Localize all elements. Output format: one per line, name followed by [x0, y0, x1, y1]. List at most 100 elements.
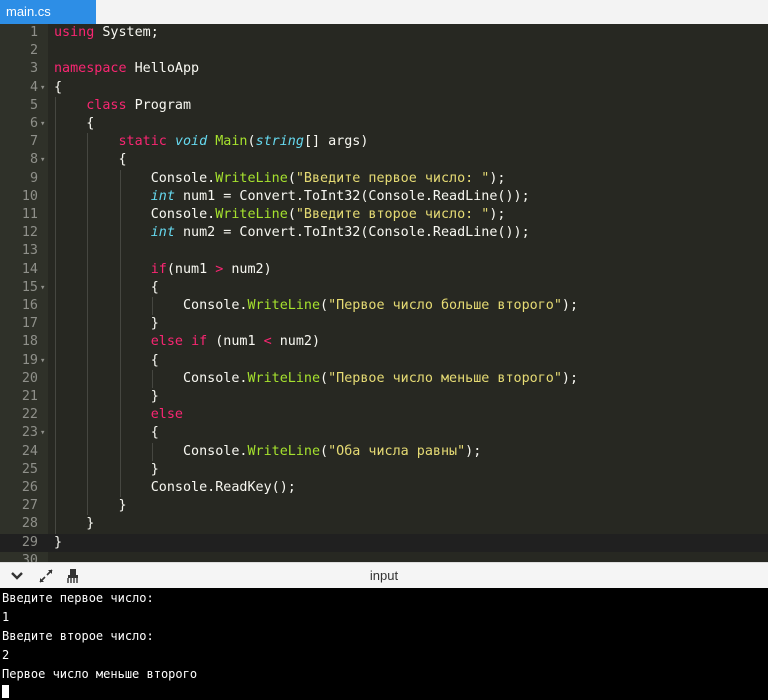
- code-token: }: [54, 461, 159, 477]
- line-number: 12: [21, 225, 38, 241]
- code-token: }: [54, 389, 159, 404]
- line-number: 19: [21, 352, 38, 368]
- code-line[interactable]: 15 ▾ {: [0, 278, 768, 297]
- code-line[interactable]: 25 }: [0, 460, 768, 479]
- code-line[interactable]: 27 }: [0, 497, 768, 516]
- code-token: "Первое число больше второго": [328, 298, 562, 313]
- console-line: 2: [2, 648, 10, 662]
- code-token: Program: [126, 97, 192, 113]
- code-token: (num1: [166, 261, 216, 277]
- code-line[interactable]: 2: [0, 42, 768, 60]
- code-line[interactable]: 13: [0, 242, 768, 261]
- code-token: (: [247, 134, 256, 150]
- code-text: Console.WriteLine("Первое число больше в…: [54, 297, 578, 315]
- code-text: Console.WriteLine("Введите второе число:…: [54, 206, 506, 224]
- code-line[interactable]: 4 ▾ {: [0, 79, 768, 97]
- code-token: using: [54, 25, 95, 40]
- code-token: "Введите второе число: ": [295, 207, 490, 222]
- code-line[interactable]: 3 namespace HelloApp: [0, 60, 768, 78]
- code-line[interactable]: 26 Console.ReadKey();: [0, 479, 768, 498]
- code-line[interactable]: 5 class Program: [0, 96, 768, 115]
- code-token: "Оба числа равны": [328, 443, 466, 459]
- code-token: );: [561, 298, 579, 313]
- code-token: Console.: [54, 370, 248, 386]
- code-text: }: [54, 497, 126, 515]
- code-text: {: [54, 424, 159, 442]
- fold-arrow-icon[interactable]: ▾: [40, 151, 48, 169]
- code-token: num2): [223, 261, 272, 277]
- code-line[interactable]: 20 Console.WriteLine("Первое число меньш…: [0, 369, 768, 388]
- code-line[interactable]: 16 Console.WriteLine("Первое число больш…: [0, 297, 768, 316]
- code-text: {: [54, 279, 159, 297]
- code-text: else if (num1 < num2): [54, 333, 320, 351]
- code-line[interactable]: 30: [0, 552, 768, 562]
- code-token: num2): [271, 334, 321, 350]
- code-token: (: [287, 170, 296, 186]
- code-line[interactable]: 14 if(num1 > num2): [0, 260, 768, 279]
- console-line: Введите второе число:: [2, 629, 154, 643]
- code-line[interactable]: 18 else if (num1 < num2): [0, 333, 768, 352]
- code-token: Console.: [54, 298, 248, 313]
- code-line[interactable]: 17 }: [0, 315, 768, 334]
- code-text: }: [54, 388, 159, 406]
- code-line[interactable]: 23 ▾ {: [0, 424, 768, 443]
- line-number: 25: [21, 461, 38, 477]
- code-line[interactable]: 22 else: [0, 406, 768, 425]
- code-line[interactable]: 11 Console.WriteLine("Введите второе чис…: [0, 206, 768, 225]
- code-token: [] args): [303, 134, 369, 150]
- code-token: (num1: [207, 334, 264, 350]
- code-line[interactable]: 24 Console.WriteLine("Оба числа равны");: [0, 442, 768, 461]
- code-line[interactable]: 7 static void Main(string[] args): [0, 133, 768, 152]
- expand-icon[interactable]: [37, 567, 55, 585]
- code-editor[interactable]: 1 using System; 2 3 namespace HelloApp 4 ▾{5 c…: [0, 24, 768, 562]
- code-line[interactable]: 10 int num1 = Convert.ToInt32(Console.Re…: [0, 187, 768, 206]
- code-token: Console.: [54, 443, 248, 459]
- code-line[interactable]: 8 ▾ {: [0, 151, 768, 170]
- code-line[interactable]: 21 }: [0, 388, 768, 407]
- tab-bar: main.cs: [0, 0, 768, 25]
- code-line[interactable]: 29}: [0, 533, 768, 552]
- code-token: );: [489, 207, 506, 222]
- code-line[interactable]: 12 int num2 = Convert.ToInt32(Console.Re…: [0, 224, 768, 243]
- fold-arrow-icon[interactable]: ▾: [40, 79, 48, 97]
- line-number: 9: [29, 170, 38, 186]
- code-text: }: [54, 315, 159, 333]
- code-token: WriteLine: [247, 370, 321, 386]
- code-token: {: [54, 352, 159, 368]
- code-text: namespace HelloApp: [54, 60, 199, 78]
- line-number: 24: [21, 443, 38, 459]
- code-token: {: [54, 425, 159, 441]
- code-token: void: [174, 134, 208, 150]
- line-number: 1: [29, 25, 38, 40]
- code-text: Console.WriteLine("Первое число меньше в…: [54, 370, 578, 388]
- code-token: (: [287, 207, 296, 222]
- code-line[interactable]: 28 }: [0, 515, 768, 534]
- clear-console-icon[interactable]: [64, 567, 82, 585]
- fold-arrow-icon[interactable]: ▾: [40, 279, 48, 297]
- code-token: HelloApp: [126, 61, 200, 77]
- fold-arrow-icon[interactable]: ▾: [40, 424, 48, 442]
- console-cursor: [2, 685, 9, 698]
- code-line[interactable]: 19 ▾ {: [0, 351, 768, 370]
- code-token: }: [54, 534, 63, 550]
- code-line[interactable]: 6 ▾ {: [0, 115, 768, 134]
- code-line[interactable]: 9 Console.WriteLine("Введите первое числ…: [0, 169, 768, 188]
- console-output[interactable]: Введите первое число: 1 Введите второе чис…: [0, 588, 768, 700]
- code-token: static: [118, 134, 167, 150]
- code-token: WriteLine: [215, 170, 288, 186]
- fold-arrow-icon[interactable]: ▾: [40, 115, 48, 133]
- tab-main-cs[interactable]: main.cs: [0, 0, 96, 24]
- fold-arrow-icon[interactable]: ▾: [40, 352, 48, 370]
- code-token: if: [191, 334, 208, 350]
- chevron-down-icon[interactable]: [8, 567, 26, 585]
- code-text: static void Main(string[] args): [54, 133, 369, 151]
- code-text: {: [54, 352, 159, 370]
- code-line[interactable]: 1 using System;: [0, 24, 768, 42]
- line-number: 8: [29, 152, 38, 168]
- line-number: 17: [21, 316, 38, 332]
- line-number: 15: [21, 279, 38, 295]
